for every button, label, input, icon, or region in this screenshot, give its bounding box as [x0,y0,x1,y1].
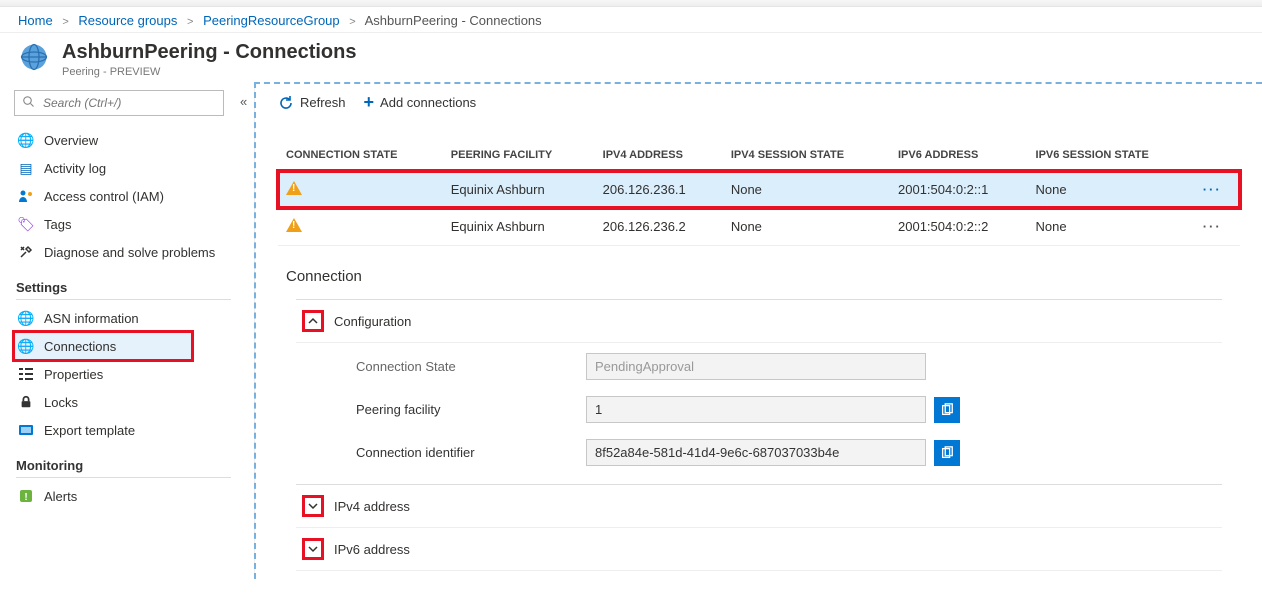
refresh-button[interactable]: Refresh [278,95,346,111]
warning-icon [286,181,302,195]
row-context-menu[interactable]: ··· [1195,208,1240,246]
breadcrumb-group[interactable]: PeeringResourceGroup [203,13,340,28]
accordion-label: IPv4 address [334,499,410,514]
warning-icon [286,218,302,232]
th-peering-facility[interactable]: PEERING FACILITY [443,125,595,171]
nav-label: Activity log [44,161,106,176]
plus-icon: + [364,92,375,113]
table-row[interactable]: Equinix Ashburn 206.126.236.2 None 2001:… [278,208,1240,246]
nav-tags[interactable]: 🏷 Tags [14,210,254,238]
svg-text:!: ! [24,492,27,503]
peering-facility-label: Peering facility [356,402,586,417]
iam-icon [18,188,34,204]
nav-section-monitoring: Monitoring [16,458,231,478]
connections-table: CONNECTION STATE PEERING FACILITY IPV4 A… [278,125,1240,246]
cell-facility: Equinix Ashburn [443,171,595,208]
ipv4-accordion[interactable]: IPv4 address [296,484,1222,528]
th-ipv4-address[interactable]: IPV4 ADDRESS [595,125,723,171]
nav-section-settings: Settings [16,280,231,300]
cell-ipv4-session: None [723,208,890,246]
connection-identifier-label: Connection identifier [356,445,586,460]
nav-label: Alerts [44,489,77,504]
connection-state-field [586,353,926,380]
globe-icon: 🌐 [18,338,34,354]
connection-identifier-field [586,439,926,466]
copy-button[interactable] [934,397,960,423]
nav-label: Properties [44,367,103,382]
cell-ipv4: 206.126.236.1 [595,171,723,208]
nav-label: Overview [44,133,98,148]
search-input-wrap[interactable] [14,90,224,116]
breadcrumb-resource-groups[interactable]: Resource groups [78,13,177,28]
nav-properties[interactable]: Properties [14,360,254,388]
nav-label: Connections [44,339,116,354]
cell-ipv6-session: None [1028,171,1195,208]
th-ipv6-session-state[interactable]: IPV6 SESSION STATE [1028,125,1195,171]
breadcrumb-home[interactable]: Home [18,13,53,28]
alerts-icon: ! [18,488,34,504]
cell-ipv6: 2001:504:0:2::2 [890,208,1028,246]
page-subtitle: Peering - PREVIEW [62,66,356,78]
nav-label: ASN information [44,311,139,326]
activity-log-icon: ▤ [18,160,34,176]
ipv6-accordion[interactable]: IPv6 address [296,528,1222,571]
page-title: AshburnPeering - Connections [62,41,356,64]
nav-activity-log[interactable]: ▤ Activity log [14,154,254,182]
export-icon [18,422,34,438]
cell-ipv6: 2001:504:0:2::1 [890,171,1028,208]
peering-facility-field [586,396,926,423]
nav-alerts[interactable]: ! Alerts [14,482,254,510]
nav-export-template[interactable]: Export template [14,416,254,444]
breadcrumb: Home > Resource groups > PeeringResource… [0,7,1262,33]
refresh-label: Refresh [300,95,346,110]
wrench-icon [18,244,34,260]
th-ipv4-session-state[interactable]: IPV4 SESSION STATE [723,125,890,171]
cell-ipv4-session: None [723,171,890,208]
nav-connections[interactable]: 🌐 Connections [14,332,192,360]
th-ipv6-address[interactable]: IPV6 ADDRESS [890,125,1028,171]
nav-label: Access control (IAM) [44,189,164,204]
chevron-right-icon: > [349,16,355,28]
connection-detail-title: Connection [256,246,1262,293]
chevron-right-icon: > [62,16,68,28]
row-context-menu[interactable]: ··· [1195,171,1240,208]
tag-icon: 🏷 [18,216,34,232]
cell-ipv4: 206.126.236.2 [595,208,723,246]
table-row[interactable]: Equinix Ashburn 206.126.236.1 None 2001:… [278,171,1240,208]
nav-label: Export template [44,423,135,438]
add-label: Add connections [380,95,476,110]
lock-icon [18,394,34,410]
properties-icon [18,366,34,382]
th-connection-state[interactable]: CONNECTION STATE [278,125,443,171]
cell-facility: Equinix Ashburn [443,208,595,246]
accordion-label: IPv6 address [334,542,410,557]
nav-locks[interactable]: Locks [14,388,254,416]
nav-label: Locks [44,395,78,410]
breadcrumb-current: AshburnPeering - Connections [365,13,542,28]
nav-label: Tags [44,217,71,232]
chevron-right-icon: > [187,16,193,28]
connection-state-label: Connection State [356,359,586,374]
accordion-label: Configuration [334,314,411,329]
chevron-up-icon [302,310,324,332]
copy-button[interactable] [934,440,960,466]
cell-ipv6-session: None [1028,208,1195,246]
peering-icon [18,41,50,73]
globe-icon: 🌐 [18,310,34,326]
search-input[interactable] [41,95,215,111]
add-connections-button[interactable]: + Add connections [364,92,477,113]
chevron-down-icon [302,495,324,517]
chevron-down-icon [302,538,324,560]
globe-icon: 🌐 [18,132,34,148]
nav-diagnose[interactable]: Diagnose and solve problems [14,238,254,266]
nav-asn-information[interactable]: 🌐 ASN information [14,304,254,332]
configuration-accordion[interactable]: Configuration [296,300,1222,343]
collapse-sidebar-button[interactable]: « [240,94,254,108]
nav-access-control[interactable]: Access control (IAM) [14,182,254,210]
search-icon [23,96,35,111]
nav-label: Diagnose and solve problems [44,245,215,260]
nav-overview[interactable]: 🌐 Overview [14,126,254,154]
